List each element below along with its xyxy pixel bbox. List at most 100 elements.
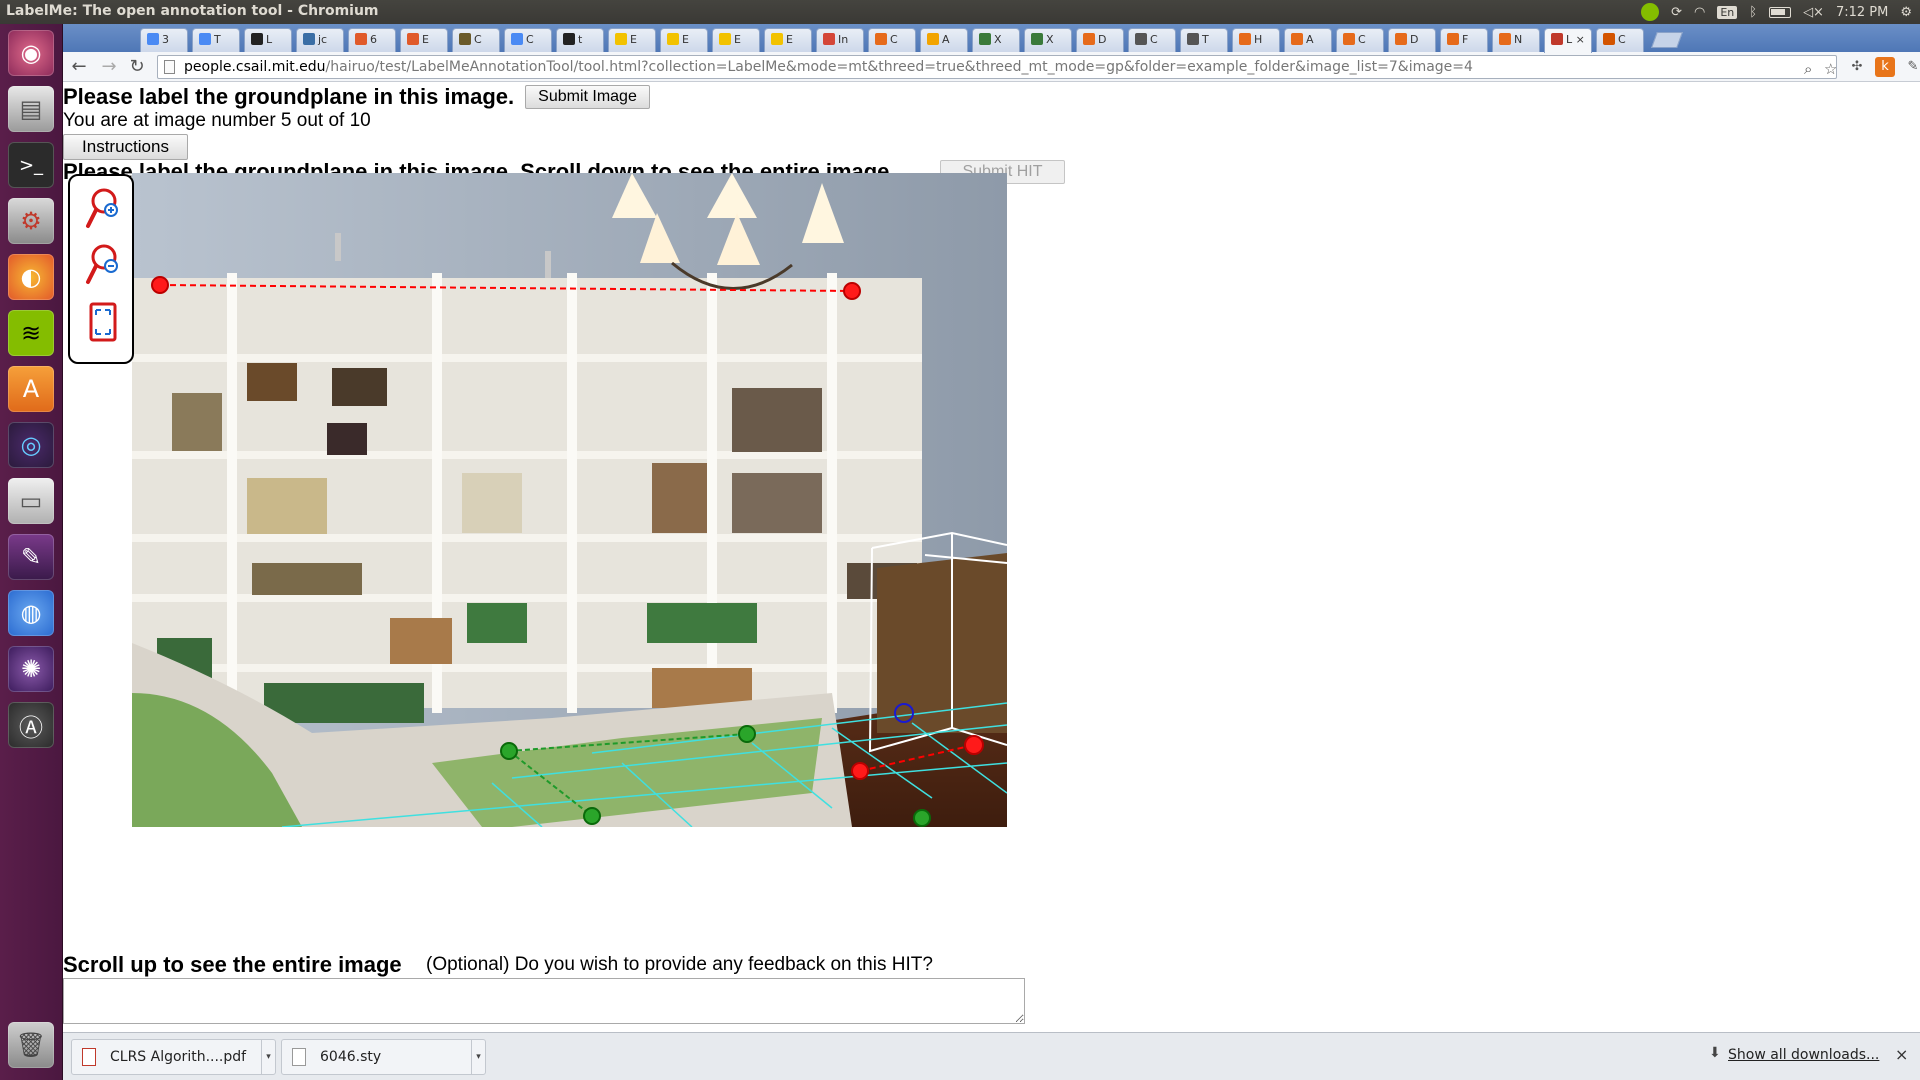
forward-icon[interactable]: → [97, 55, 121, 79]
download-item[interactable]: 6046.sty ▾ [281, 1039, 486, 1075]
browser-tab[interactable]: E [712, 28, 760, 52]
k-extension-icon[interactable]: k [1875, 57, 1895, 77]
trash-icon[interactable]: 🗑 [8, 1022, 54, 1068]
tab-favicon-icon [407, 33, 419, 45]
tab-label: E [734, 33, 741, 46]
control-point[interactable] [851, 762, 869, 780]
scene-image[interactable] [132, 173, 1007, 827]
reload-icon[interactable]: ↻ [125, 55, 149, 79]
back-icon[interactable]: ← [67, 55, 91, 79]
tab-favicon-icon [1499, 33, 1511, 45]
browser-tab[interactable]: A [1284, 28, 1332, 52]
show-all-downloads-link[interactable]: Show all downloads... [1728, 1047, 1879, 1063]
tab-favicon-icon [667, 33, 679, 45]
browser-tab[interactable]: T [1180, 28, 1228, 52]
clock[interactable]: 7:12 PM [1836, 5, 1888, 20]
system-settings-icon[interactable]: ⚙ [8, 198, 54, 244]
zoom-icon[interactable]: ⌕ [1804, 58, 1812, 78]
control-point[interactable] [500, 742, 518, 760]
bluetooth-icon[interactable]: ᛒ [1749, 5, 1757, 20]
firefox-icon[interactable]: ◐ [8, 254, 54, 300]
tab-favicon-icon [615, 33, 627, 45]
browser-tab-active[interactable]: L × [1544, 28, 1592, 53]
browser-tab[interactable]: T [192, 28, 240, 52]
swirl-app-icon[interactable]: ✺ [8, 646, 54, 692]
pen-extension-icon[interactable]: ✎ [1903, 57, 1920, 77]
browser-tab[interactable]: D [1076, 28, 1124, 52]
tab-favicon-icon [459, 33, 471, 45]
new-tab-button[interactable] [1651, 32, 1683, 48]
browser-tab[interactable]: F [1440, 28, 1488, 52]
browser-tab[interactable]: H [1232, 28, 1280, 52]
browser-tab[interactable]: jc [296, 28, 344, 52]
control-point[interactable] [964, 735, 984, 755]
chevron-down-icon[interactable]: ▾ [261, 1040, 275, 1074]
control-point[interactable] [151, 276, 169, 294]
file-icon [292, 1048, 306, 1066]
control-point[interactable] [738, 725, 756, 743]
browser-tab[interactable]: C [504, 28, 552, 52]
browser-tab[interactable]: 6 [348, 28, 396, 52]
tab-label: H [1254, 33, 1263, 46]
control-point[interactable] [583, 807, 601, 825]
download-filename: CLRS Algorith....pdf [110, 1049, 247, 1065]
scroll-up-text: Scroll up to see the entire image [63, 952, 402, 977]
browser-tab[interactable]: X [1024, 28, 1072, 52]
browser-tab[interactable]: C [868, 28, 916, 52]
tab-favicon-icon [1395, 33, 1407, 45]
browser-tab[interactable]: D [1388, 28, 1436, 52]
browser-tab[interactable]: X [972, 28, 1020, 52]
browser-tab[interactable]: E [764, 28, 812, 52]
fit-to-screen-icon[interactable] [84, 300, 122, 346]
browser-tab-strip: 3 T Ljc 6 E C Ct E E E E In C A X X D C T H A C D F N L × C [63, 24, 1920, 53]
zoom-in-icon[interactable] [84, 186, 122, 232]
tab-label: A [1306, 33, 1314, 46]
browser-tab[interactable]: t [556, 28, 604, 52]
inkscape-icon[interactable]: ✎ [8, 534, 54, 580]
browser-tab[interactable]: L [244, 28, 292, 52]
chromium-icon[interactable]: ◍ [8, 590, 54, 636]
browser-tab[interactable]: C [1336, 28, 1384, 52]
download-item[interactable]: CLRS Algorith....pdf ▾ [71, 1039, 276, 1075]
browser-tab[interactable]: N [1492, 28, 1540, 52]
browser-tab[interactable]: C [452, 28, 500, 52]
ubuntu-dash-icon[interactable]: ◉ [8, 30, 54, 76]
browser-tab[interactable]: E [608, 28, 656, 52]
settings-gear-icon[interactable]: ⚙ [1900, 5, 1912, 20]
volume-icon[interactable]: ◁× [1803, 5, 1824, 20]
wifi-icon[interactable]: ◠ [1694, 5, 1705, 20]
color-wheel-icon[interactable]: ◎ [8, 422, 54, 468]
keyboard-layout-indicator[interactable]: En [1717, 5, 1738, 19]
terminal-icon[interactable]: >_ [8, 142, 54, 188]
tab-close-icon[interactable]: × [1572, 33, 1585, 46]
drive-icon[interactable]: ▭ [8, 478, 54, 524]
battery-icon[interactable] [1769, 6, 1792, 18]
spotify-tray-icon[interactable] [1641, 3, 1660, 21]
browser-tab[interactable]: 3 [140, 28, 188, 52]
chevron-down-icon[interactable]: ▾ [471, 1040, 485, 1074]
update-manager-icon[interactable]: Ⓐ [8, 702, 54, 748]
tab-favicon-icon [719, 33, 731, 45]
spotify-icon[interactable]: ≋ [8, 310, 54, 356]
browser-tab[interactable]: C [1596, 28, 1644, 52]
extension-icon[interactable]: ✣ [1847, 57, 1867, 77]
feedback-textarea[interactable] [63, 978, 1025, 1024]
software-center-icon[interactable]: A [8, 366, 54, 412]
tab-favicon-icon [1031, 33, 1043, 45]
instructions-button[interactable]: Instructions [63, 134, 188, 160]
annotation-canvas[interactable] [132, 173, 1007, 827]
browser-tab[interactable]: C [1128, 28, 1176, 52]
zoom-out-icon[interactable] [84, 242, 122, 288]
browser-tab[interactable]: E [400, 28, 448, 52]
control-point[interactable] [843, 282, 861, 300]
close-icon[interactable]: × [1895, 1045, 1908, 1064]
address-bar[interactable]: people.csail.mit.edu/hairuo/test/LabelMe… [157, 55, 1837, 79]
control-point[interactable] [913, 809, 931, 827]
browser-tab[interactable]: E [660, 28, 708, 52]
submit-image-button[interactable]: Submit Image [525, 85, 650, 109]
browser-tab[interactable]: In [816, 28, 864, 52]
browser-tab[interactable]: A [920, 28, 968, 52]
files-icon[interactable]: ▤ [8, 86, 54, 132]
bookmark-star-icon[interactable]: ☆ [1824, 58, 1836, 78]
sync-icon[interactable]: ⟳ [1671, 5, 1682, 20]
